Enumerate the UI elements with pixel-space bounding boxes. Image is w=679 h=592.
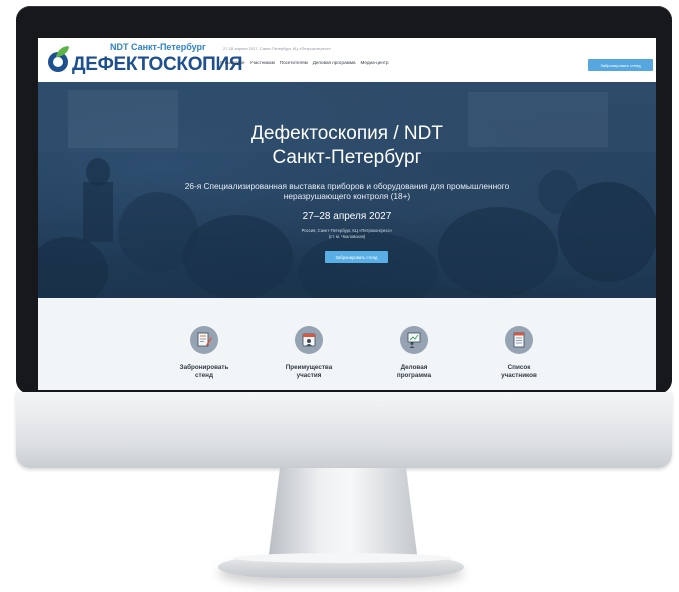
hero-banner: Дефектоскопия / NDT Санкт-Петербург 26-я… (38, 82, 656, 298)
logo-main-text[interactable]: ДЕФЕКТОСКОПИЯ (72, 54, 243, 76)
calendar-presenter-icon (295, 326, 323, 354)
website-screen: NDT Санкт-Петербург ДЕФЕКТОСКОПИЯ 27-28 … (38, 38, 656, 390)
header-event-info: 27-28 апреля 2027, Санкт-Петербург, КЦ «… (223, 46, 332, 51)
logo-icon[interactable] (46, 45, 70, 73)
feature-label-line-2: программа (396, 372, 432, 379)
logo-top-text[interactable]: NDT Санкт-Петербург (110, 42, 206, 52)
nav-item-business-program[interactable]: Деловая программа (313, 60, 356, 65)
main-nav: О выставке Участникам Посетителям Делова… (220, 60, 389, 65)
hero-venue: Россия, Санкт-Петербург, КЦ «Петроконгре… (38, 228, 656, 239)
feature-label: Деловая программа (374, 364, 454, 380)
form-pen-icon (190, 326, 218, 354)
monitor-stand-base-highlight (232, 553, 452, 563)
monitor-chin (16, 392, 672, 468)
feature-business-program[interactable]: Деловая программа (374, 326, 454, 380)
feature-label: Забронировать стенд (164, 364, 244, 380)
presentation-board-icon (400, 326, 428, 354)
nav-item-visitors[interactable]: Посетителям (280, 60, 308, 65)
hero-subtitle: 26-я Специализированная выставка приборо… (184, 181, 510, 201)
feature-label-line-1: Забронировать (179, 364, 229, 371)
feature-participation-benefits[interactable]: Преимущества участия (269, 326, 349, 380)
nav-item-media-center[interactable]: Медиа-центр (361, 60, 389, 65)
feature-book-stand[interactable]: Забронировать стенд (164, 326, 244, 380)
feature-label-line-2: участников (501, 372, 537, 379)
hero-venue-line-2: (ст. м. Чкаловская) (328, 233, 366, 239)
monitor-stand-neck (268, 468, 418, 562)
book-stand-hero-button[interactable]: Забронировать стенд (325, 251, 388, 263)
hero-title: Дефектоскопия / NDT Санкт-Петербург (38, 122, 656, 170)
feature-exhibitor-list[interactable]: Список участников (479, 326, 559, 380)
nav-item-about[interactable]: О выставке (220, 60, 245, 65)
feature-label-line-1: Список (507, 364, 531, 371)
feature-label: Список участников (479, 364, 559, 380)
feature-label-line-1: Деловая (400, 364, 428, 371)
hero-date: 27–28 апреля 2027 (302, 211, 392, 222)
site-header: NDT Санкт-Петербург ДЕФЕКТОСКОПИЯ 27-28 … (38, 38, 656, 82)
feature-label-line-2: стенд (195, 372, 213, 379)
feature-label-line-1: Преимущества (285, 364, 333, 371)
hero-title-line-1: Дефектоскопия / NDT (251, 123, 443, 144)
book-stand-header-button[interactable]: Забронировать стенд (588, 59, 653, 71)
feature-label-line-2: участия (296, 372, 322, 379)
feature-label: Преимущества участия (269, 364, 349, 380)
document-list-icon (505, 326, 533, 354)
features-section: Забронировать стенд Преимущества участия (38, 298, 656, 390)
nav-item-exhibitors[interactable]: Участникам (250, 60, 275, 65)
hero-title-line-2: Санкт-Петербург (272, 147, 422, 168)
